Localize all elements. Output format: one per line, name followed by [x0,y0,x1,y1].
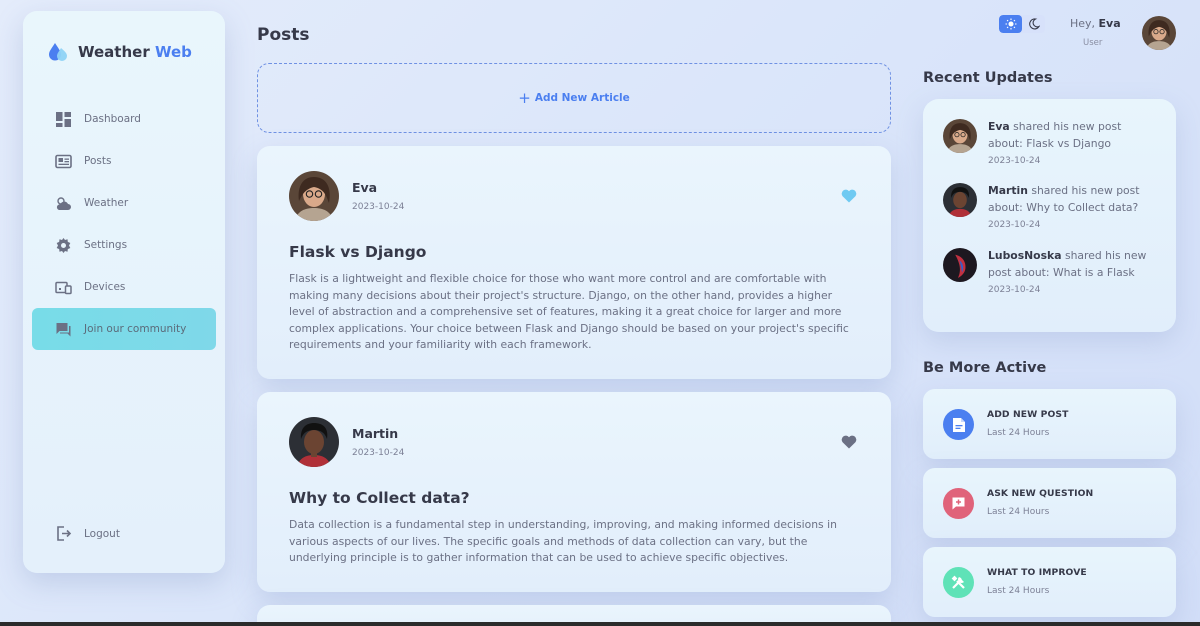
update-text: LubosNoska shared his new post about: Wh… [988,249,1147,279]
post-author[interactable]: Eva [352,180,377,195]
sidebar-item-label: Weather [84,197,129,209]
chat-icon [56,322,71,336]
recent-updates-panel: Eva shared his new post about: Flask vs … [923,99,1176,332]
post-title[interactable]: Flask vs Django [289,243,426,261]
plus-icon: + [518,88,531,107]
ask-new-question-card[interactable]: ASK NEW QUESTION Last 24 Hours [923,468,1176,538]
card-sub: Last 24 Hours [987,507,1050,517]
sidebar-item-devices[interactable]: Devices [32,266,216,308]
logo-text: Weather Web [78,43,192,61]
update-date: 2023-10-24 [988,220,1041,230]
post-card: Martin 2023-10-24 Why to Collect data? D… [257,392,891,592]
sidebar-item-community[interactable]: Join our community [32,308,216,350]
card-sub: Last 24 Hours [987,586,1050,596]
sidebar-item-dashboard[interactable]: Dashboard [32,98,216,140]
sidebar-item-posts[interactable]: Posts [32,140,216,182]
gear-icon [56,237,71,253]
theme-toggle[interactable] [999,15,1045,33]
heart-icon[interactable] [841,435,857,449]
sidebar-item-label: Settings [84,239,128,251]
devices-icon [55,281,72,294]
post-body: Data collection is a fundamental step in… [289,518,837,564]
greeting: Hey, Eva [1070,17,1121,30]
avatar [943,183,977,217]
post-card: Eva 2023-10-24 Flask vs Django Flask is … [257,146,891,379]
sidebar: Weather Web Dashboard Posts Weather Sett… [23,11,225,573]
sidebar-item-label: Posts [84,155,112,167]
moon-icon[interactable] [1022,15,1045,33]
sidebar-item-label: Join our community [84,323,187,335]
update-text: Eva shared his new post about: Flask vs … [988,120,1122,150]
add-new-post-card[interactable]: ADD NEW POST Last 24 Hours [923,389,1176,459]
update-date: 2023-10-24 [988,285,1041,295]
tools-icon [943,567,974,598]
post-date: 2023-10-24 [352,448,405,458]
card-sub: Last 24 Hours [987,428,1050,438]
avatar [943,248,977,282]
app-logo[interactable]: Weather Web [47,41,192,63]
recent-updates-title: Recent Updates [923,70,1053,86]
sidebar-item-weather[interactable]: Weather [32,182,216,224]
sidebar-nav: Dashboard Posts Weather Settings Devices… [32,98,216,350]
post-body: Flask is a lightweight and flexible choi… [289,272,849,351]
logout-button[interactable]: Logout [55,525,120,542]
card-label: WHAT TO IMPROVE [987,567,1087,578]
question-icon [943,488,974,519]
card-label: ASK NEW QUESTION [987,488,1094,499]
post-title[interactable]: Why to Collect data? [289,489,470,507]
sun-icon[interactable] [999,15,1022,33]
sidebar-item-label: Dashboard [84,113,141,125]
what-to-improve-card[interactable]: WHAT TO IMPROVE Last 24 Hours [923,547,1176,617]
window-bottom-edge [0,622,1200,626]
avatar[interactable] [289,417,339,467]
sidebar-item-settings[interactable]: Settings [32,224,216,266]
card-label: ADD NEW POST [987,409,1069,420]
heart-icon[interactable] [841,189,857,203]
logout-label: Logout [84,527,120,540]
logout-icon [57,526,72,541]
post-date: 2023-10-24 [352,202,405,212]
update-date: 2023-10-24 [988,156,1041,166]
be-more-active-title: Be More Active [923,360,1047,376]
dashboard-icon [56,111,71,127]
add-new-article-label: Add New Article [534,92,630,104]
user-role: User [1083,38,1103,48]
sidebar-item-label: Devices [84,281,126,293]
post-author[interactable]: Martin [352,426,398,441]
newspaper-icon [55,154,72,168]
update-text: Martin shared his new post about: Why to… [988,184,1140,214]
page-title: Posts [257,25,310,45]
profile-avatar[interactable] [1142,16,1176,50]
water-drop-icon [47,41,69,63]
avatar[interactable] [289,171,339,221]
user-name: Eva [1098,17,1121,30]
cloud-sun-icon [56,196,71,210]
avatar [943,119,977,153]
add-new-article-button[interactable]: + Add New Article [257,63,891,133]
add-post-icon [943,409,974,440]
